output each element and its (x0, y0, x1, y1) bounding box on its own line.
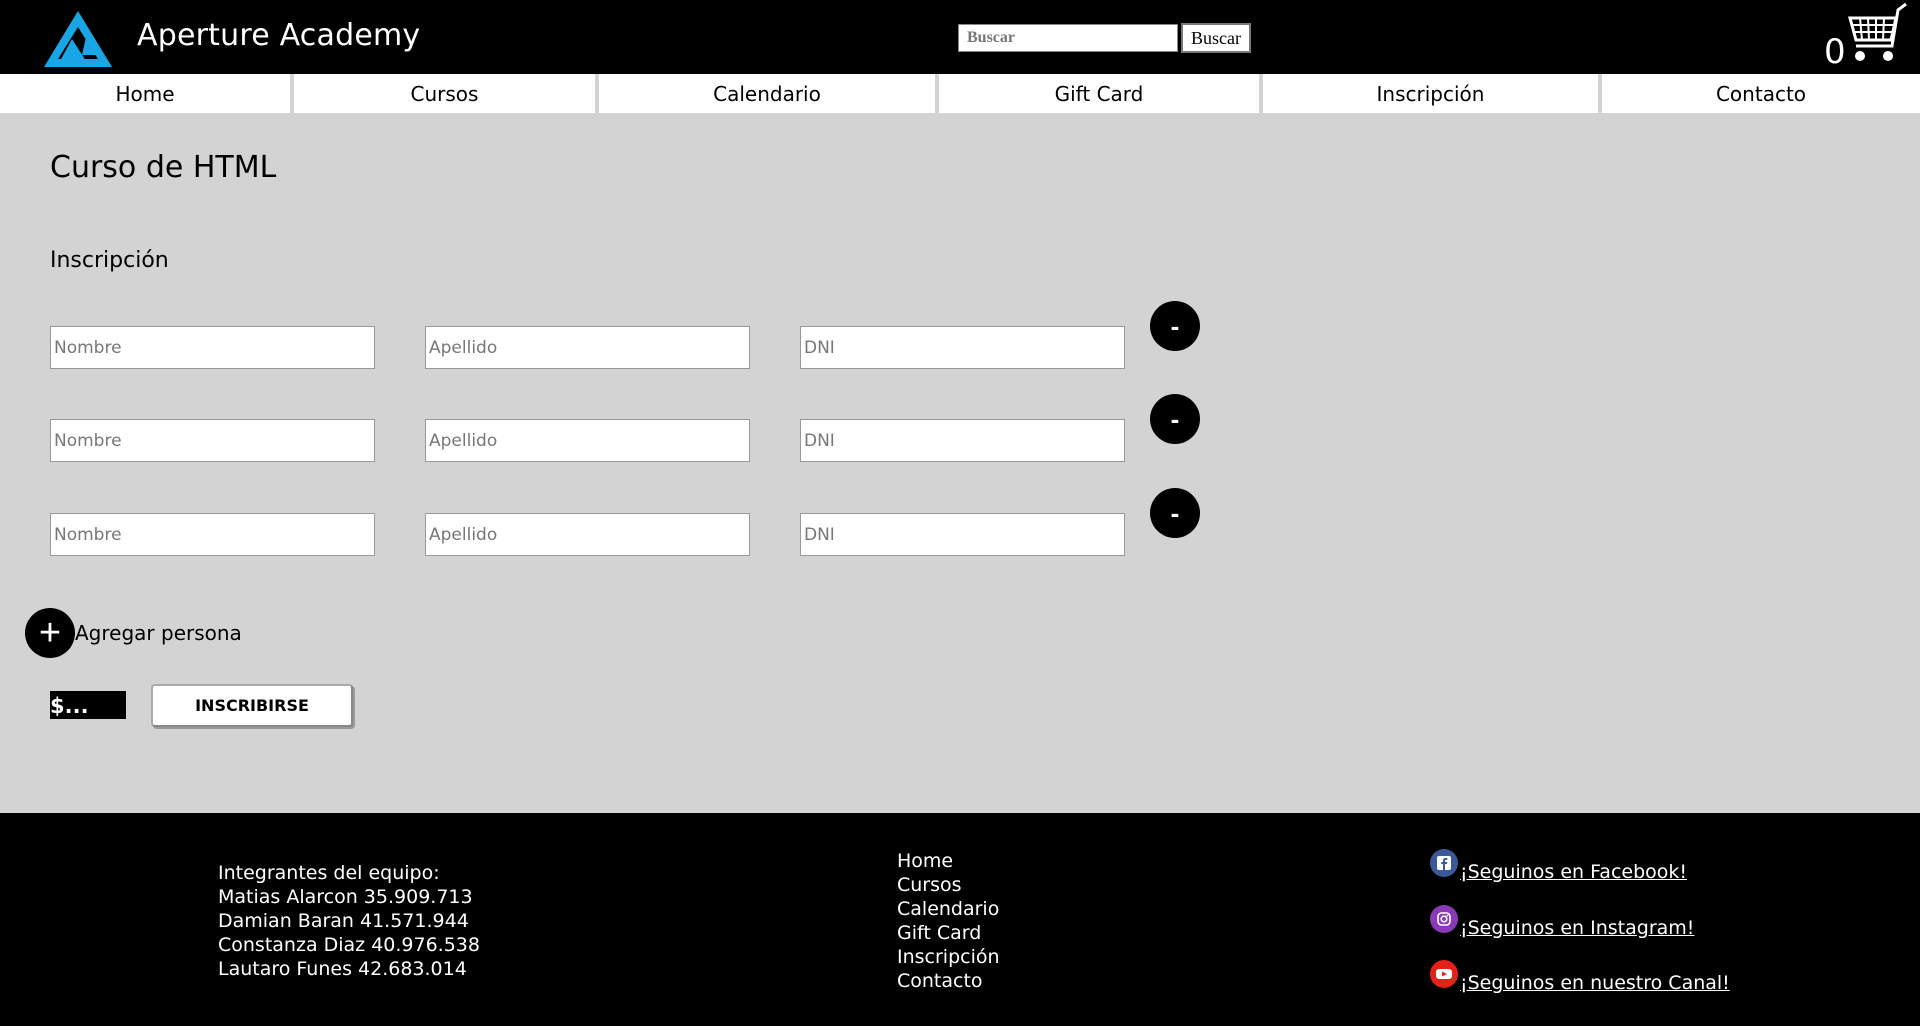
nav-item-home[interactable]: Home (0, 74, 290, 113)
remove-person-button[interactable]: - (1150, 394, 1200, 444)
search-input[interactable] (958, 24, 1178, 52)
team-member: Damian Baran 41.571.944 (218, 910, 469, 932)
social-facebook[interactable]: ¡Seguinos en Facebook! (1430, 849, 1687, 883)
main-nav: Home Cursos Calendario Gift Card Inscrip… (0, 74, 1920, 114)
dni-field[interactable] (800, 326, 1125, 369)
youtube-icon[interactable] (1430, 960, 1458, 988)
footer-link-gift-card[interactable]: Gift Card (897, 921, 1000, 945)
facebook-icon[interactable] (1430, 849, 1458, 877)
instagram-icon[interactable] (1430, 905, 1458, 933)
site-header: Aperture Academy Buscar 0 (0, 0, 1920, 74)
footer-nav: Home Cursos Calendario Gift Card Inscrip… (897, 849, 1000, 993)
nombre-field[interactable] (50, 513, 375, 556)
team-member: Matias Alarcon 35.909.713 (218, 886, 473, 908)
team-list: Integrantes del equipo: Matias Alarcon 3… (218, 861, 480, 981)
brand-name[interactable]: Aperture Academy (137, 18, 420, 53)
nombre-field[interactable] (50, 419, 375, 462)
apellido-field[interactable] (425, 326, 750, 369)
nav-item-contacto[interactable]: Contacto (1602, 74, 1920, 113)
social-youtube[interactable]: ¡Seguinos en nuestro Canal! (1430, 960, 1730, 994)
nav-item-calendario[interactable]: Calendario (599, 74, 935, 113)
nombre-field[interactable] (50, 326, 375, 369)
footer-link-home[interactable]: Home (897, 849, 1000, 873)
section-title: Inscripción (50, 248, 169, 273)
footer-link-cursos[interactable]: Cursos (897, 873, 1000, 897)
footer-link-contacto[interactable]: Contacto (897, 969, 1000, 993)
apellido-field[interactable] (425, 513, 750, 556)
dni-field[interactable] (800, 513, 1125, 556)
nav-item-cursos[interactable]: Cursos (294, 74, 595, 113)
apellido-field[interactable] (425, 419, 750, 462)
search-button[interactable]: Buscar (1181, 23, 1251, 53)
nav-item-gift-card[interactable]: Gift Card (939, 74, 1259, 113)
team-heading: Integrantes del equipo: (218, 862, 440, 884)
aperture-logo-icon[interactable] (42, 9, 114, 69)
footer-link-calendario[interactable]: Calendario (897, 897, 1000, 921)
price-display: $... (50, 691, 126, 719)
team-member: Lautaro Funes 42.683.014 (218, 958, 467, 980)
footer-link-inscripcion[interactable]: Inscripción (897, 945, 1000, 969)
add-person-button[interactable]: + (25, 608, 75, 658)
instagram-link[interactable]: ¡Seguinos en Instagram! (1460, 917, 1694, 939)
shopping-cart-icon[interactable] (1846, 2, 1910, 68)
social-instagram[interactable]: ¡Seguinos en Instagram! (1430, 905, 1694, 939)
cart-count: 0 (1824, 32, 1846, 72)
dni-field[interactable] (800, 419, 1125, 462)
facebook-link[interactable]: ¡Seguinos en Facebook! (1460, 861, 1687, 883)
remove-person-button[interactable]: - (1150, 488, 1200, 538)
team-member: Constanza Diaz 40.976.538 (218, 934, 480, 956)
nav-item-inscripcion[interactable]: Inscripción (1263, 74, 1598, 113)
course-title: Curso de HTML (50, 150, 277, 185)
site-footer: Integrantes del equipo: Matias Alarcon 3… (0, 813, 1920, 1026)
youtube-link[interactable]: ¡Seguinos en nuestro Canal! (1460, 972, 1730, 994)
remove-person-button[interactable]: - (1150, 301, 1200, 351)
add-person-label: Agregar persona (75, 621, 242, 645)
enroll-button[interactable]: INSCRIBIRSE (151, 684, 353, 727)
